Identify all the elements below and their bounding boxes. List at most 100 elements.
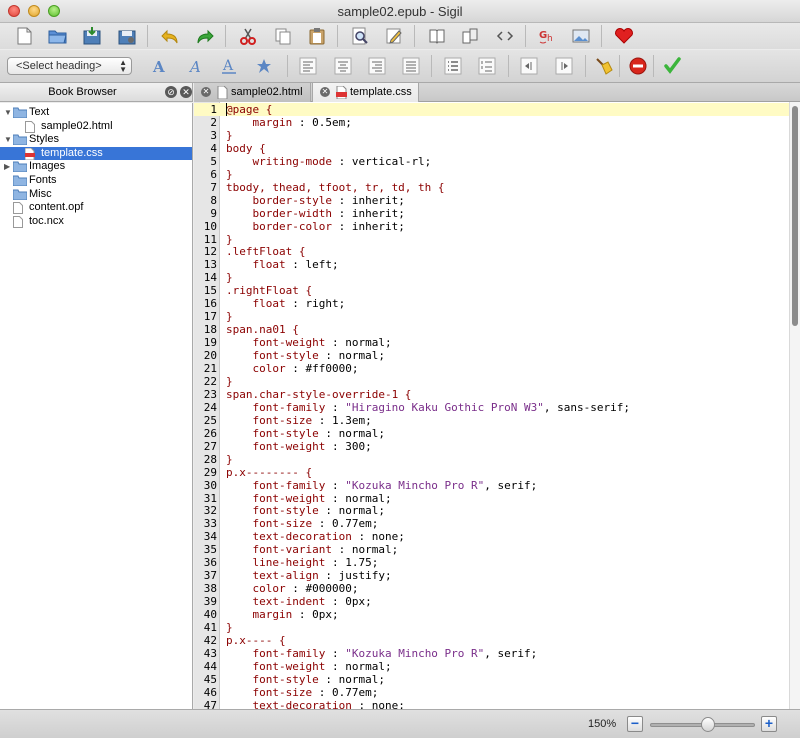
tree-item[interactable]: ▼ Styles [0,133,192,146]
open-folder-icon[interactable] [47,25,69,47]
line-number: 32 [203,504,217,518]
line-number: 44 [203,659,217,673]
code-text: } [226,310,233,324]
decrease-indent-icon[interactable] [518,55,540,77]
line-number: 47 [203,698,217,709]
file-icon [13,215,23,232]
code-text: text-decoration : none; [226,530,405,544]
code-line: 20 font-style : normal; [194,349,789,362]
italic-icon[interactable]: A [184,55,206,77]
validate-checkmark-icon[interactable] [662,55,684,77]
line-number: 1 [210,103,217,116]
tree-item[interactable]: template.css [0,146,192,161]
collapse-triangle-icon[interactable]: ▶ [4,160,10,173]
cut-icon[interactable] [237,25,259,47]
editor-vertical-scrollbar[interactable] [789,102,800,709]
code-editor[interactable]: 1 @page {2 margin : 0.5em; 3} 4 body {5 writ… [194,102,789,709]
line-number: 45 [203,672,217,686]
tab-close-icon[interactable]: ✕ [201,87,211,97]
tab-template-css[interactable]: ✕ template.css [312,83,419,103]
tree-item[interactable]: content.opf [0,201,192,215]
align-right-icon[interactable] [366,55,388,77]
code-text: font-weight : normal; [226,336,392,350]
code-line: 7 tbody, thead, tfoot, tr, td, th { [194,181,789,194]
code-view-icon[interactable] [494,25,516,47]
copy-icon[interactable] [272,25,294,47]
code-text: } [226,271,233,285]
save-icon[interactable] [81,25,103,47]
line-number: 17 [203,310,217,324]
tree-item[interactable]: sample02.html [0,120,192,133]
expand-triangle-icon[interactable]: ▼ [4,106,12,119]
redo-icon[interactable] [194,25,216,47]
bullet-list-icon[interactable] [442,55,464,77]
code-line: 13 float : left; [194,258,789,271]
strikethrough-icon[interactable] [253,55,275,77]
zoom-slider-handle[interactable] [700,717,715,732]
code-text: font-weight : normal; [226,659,392,673]
line-number: 26 [203,426,217,440]
code-text: p.x-------- { [226,465,313,479]
tree-item[interactable]: Misc [0,188,192,201]
line-number: 37 [203,569,217,583]
text-cursor [226,103,227,116]
code-line: 17} [194,310,789,323]
align-justify-icon[interactable] [400,55,422,77]
new-file-icon[interactable] [13,25,35,47]
code-line: 4 body { [194,142,789,155]
save-as-icon[interactable] [116,25,138,47]
code-line: 26 font-style : normal; [194,427,789,440]
edit-metadata-icon[interactable] [383,25,405,47]
align-left-icon[interactable] [297,55,319,77]
book-browser-title: Book Browser [48,86,117,98]
code-line: 23 span.char-style-override-1 { [194,388,789,401]
line-number: 43 [203,646,217,660]
align-center-icon[interactable] [332,55,354,77]
scrollbar-thumb[interactable] [792,106,798,326]
spellcheck-icon[interactable]: Gh [537,25,559,47]
increase-indent-icon[interactable] [553,55,575,77]
code-line: 3} [194,129,789,142]
code-line: 31 font-weight : normal; [194,492,789,505]
code-line: 21 color : #ff0000; [194,362,789,375]
numbered-list-icon[interactable] [476,55,498,77]
code-text: font-style : normal; [226,426,385,440]
close-panel-icon[interactable]: ✕ [180,86,192,98]
insert-image-icon[interactable] [570,25,592,47]
find-replace-icon[interactable] [349,25,371,47]
stop-icon[interactable] [627,55,649,77]
book-browser-tree: ▼ Text sample02.html ▼ Styles template.css ▶ Im… [0,103,193,709]
code-line: 2 margin : 0.5em; [194,116,789,129]
paste-icon[interactable] [306,25,328,47]
split-view-icon[interactable] [459,25,481,47]
tab-sample02-html[interactable]: ✕ sample02.html [194,83,311,102]
code-line: 33 font-size : 0.77em; [194,517,789,530]
zoom-in-button[interactable]: + [761,716,777,732]
code-line: 46 font-size : 0.77em; [194,686,789,699]
heading-select[interactable]: <Select heading> ▲ ▼ [7,57,132,75]
float-panel-icon[interactable]: ⊘ [165,86,177,98]
tree-item[interactable]: toc.ncx [0,215,192,228]
tree-item[interactable]: Fonts [0,174,192,187]
line-number: 36 [203,556,217,570]
zoom-out-button[interactable]: − [627,716,643,732]
updown-arrows-icon: ▲ ▼ [119,58,127,74]
book-view-icon[interactable] [426,25,448,47]
line-number: 34 [203,530,217,544]
tab-label: template.css [350,86,412,98]
bold-icon[interactable]: A [148,55,170,77]
code-text: } [226,621,233,634]
code-text: font-variant : normal; [226,543,399,557]
donate-heart-icon[interactable] [613,25,635,47]
code-line: 27 font-weight : 300; [194,440,789,453]
code-text: font-style : normal; [226,349,385,363]
code-text: margin : 0px; [226,608,339,622]
undo-icon[interactable] [159,25,181,47]
tab-close-icon[interactable]: ✕ [320,87,330,97]
underline-icon[interactable]: A [218,55,240,77]
tree-item[interactable]: ▶ Images [0,160,192,173]
expand-triangle-icon[interactable]: ▼ [4,133,12,146]
clean-source-icon[interactable] [593,55,615,77]
tree-item-label: toc.ncx [29,214,64,227]
tree-item[interactable]: ▼ Text [0,106,192,119]
